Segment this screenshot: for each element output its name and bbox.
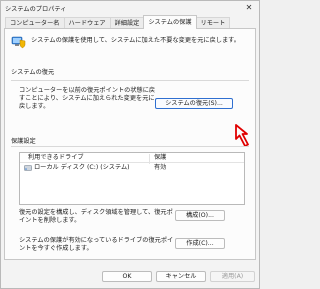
configure-description: 復元の設定を構成し、ディスク領域を管理して、復元ポイントを削除します。 — [19, 209, 173, 224]
intro-text: システムの保護を使用して、システムに加えた不要な変更を元に戻します。 — [31, 37, 240, 44]
cancel-button[interactable]: キャンセル — [156, 271, 206, 282]
restore-description: コンピューターを以前の復元ポイントの状態に戻すことにより、システムに加えられた変… — [19, 87, 156, 110]
ok-button[interactable]: OK — [102, 271, 152, 282]
create-description: システムの保護が有効になっているドライブの復元ポイントを今すぐ作成します。 — [19, 237, 174, 252]
drive-name: ローカル ディスク (C:) (システム) — [34, 164, 130, 171]
column-header-protection[interactable]: 保護 — [154, 154, 166, 162]
divider — [11, 146, 249, 147]
tab-strip: コンピューター名 ハードウェア 詳細設定 システムの保護 リモート — [5, 15, 231, 29]
protection-group-label: 保護設定 — [11, 138, 36, 145]
close-button[interactable]: ✕ — [243, 2, 255, 14]
drive-list[interactable]: 利用できるドライブ 保護 ローカル ディスク (C:) (システム) 有効 — [19, 152, 245, 205]
column-header-drive[interactable]: 利用できるドライブ — [28, 154, 84, 162]
drive-icon — [24, 165, 32, 171]
table-row[interactable]: ローカル ディスク (C:) (システム) 有効 — [20, 163, 244, 173]
restore-group-label: システムの復元 — [11, 69, 55, 76]
title-bar: システムのプロパティ ✕ — [1, 1, 259, 15]
create-button[interactable]: 作成(C)... — [175, 238, 225, 249]
tab-system-protection[interactable]: システムの保護 — [143, 15, 197, 29]
system-restore-button[interactable]: システムの復元(S)... — [155, 98, 233, 109]
window-title: システムのプロパティ — [5, 6, 67, 13]
drive-protection-status: 有効 — [154, 164, 167, 171]
drive-list-header: 利用できるドライブ 保護 — [20, 153, 244, 164]
system-protection-panel: システムの保護を使用して、システムに加えた不要な変更を元に戻します。 システムの… — [4, 28, 256, 260]
configure-button[interactable]: 構成(O)... — [175, 210, 225, 221]
shield-pc-icon — [11, 36, 26, 49]
system-properties-window: システムのプロパティ ✕ コンピューター名 ハードウェア 詳細設定 システムの保… — [0, 0, 260, 289]
divider — [11, 80, 249, 81]
apply-button[interactable]: 適用(A) — [210, 271, 255, 282]
